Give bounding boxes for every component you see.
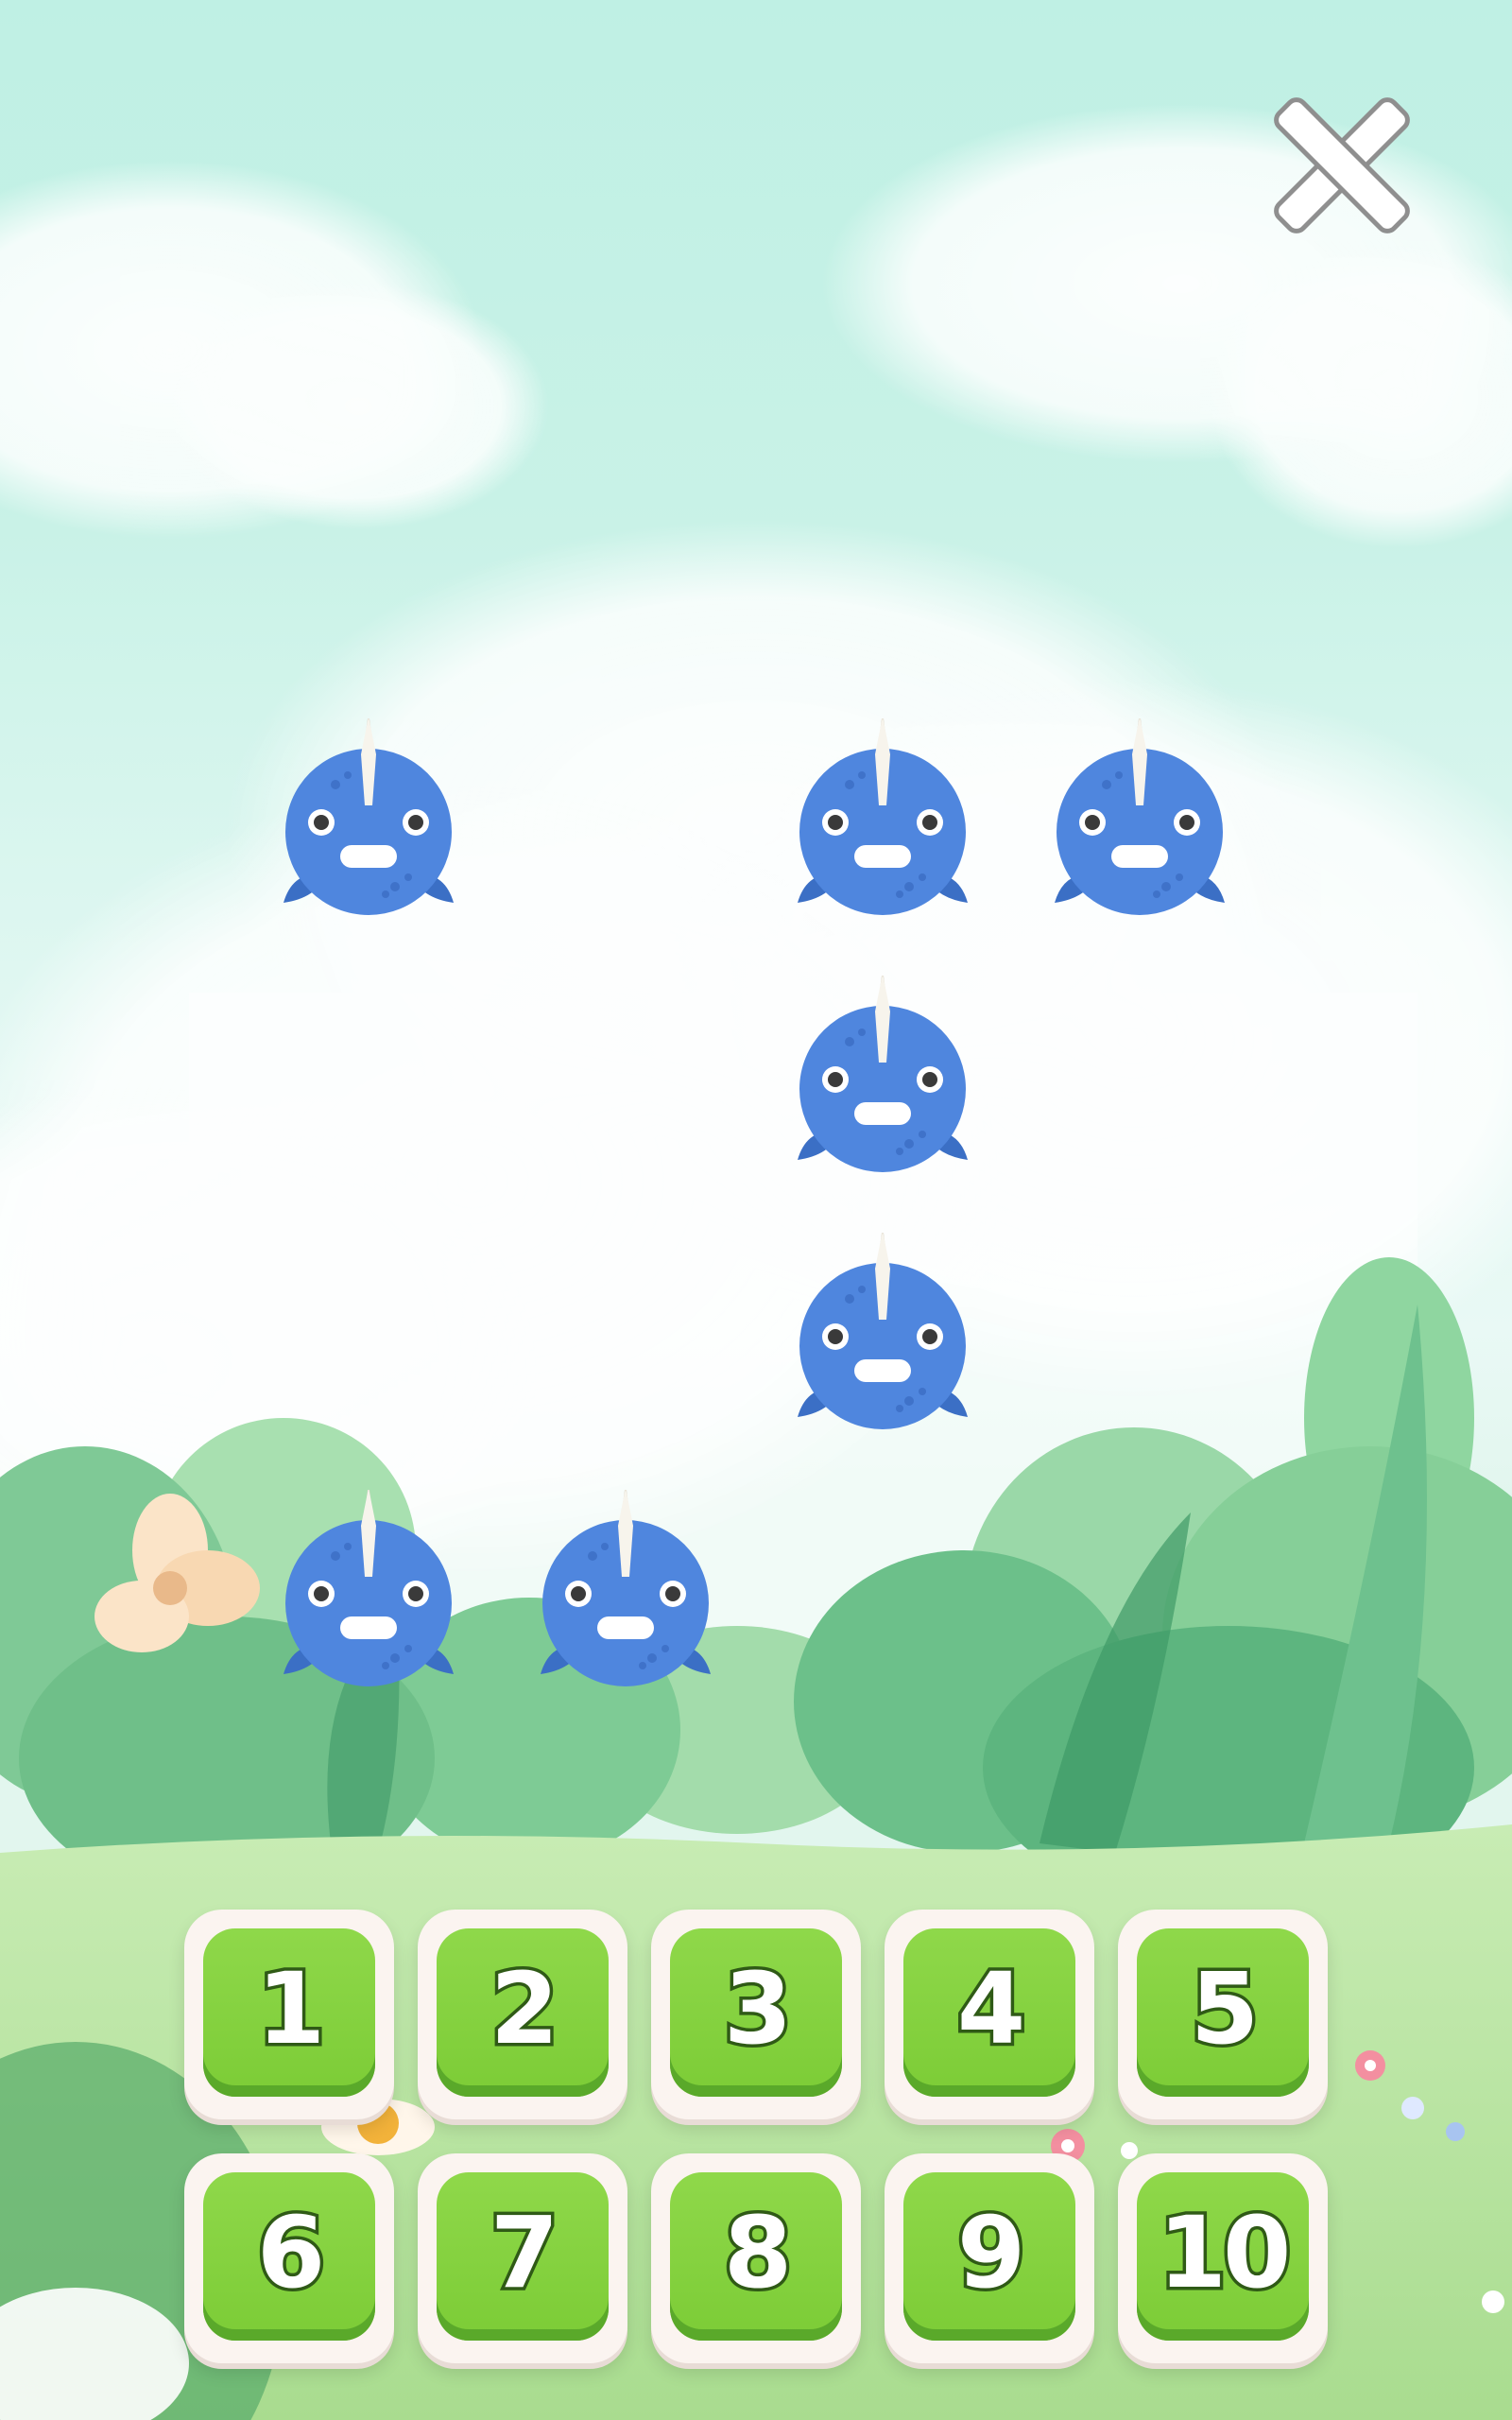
- key-label: 4: [954, 1951, 1028, 2066]
- key-label: 8: [720, 2195, 795, 2310]
- clouds: [0, 104, 1512, 1654]
- close-button[interactable]: [1257, 80, 1427, 251]
- key-label: 5: [1187, 1951, 1262, 2066]
- key-label: 7: [487, 2195, 561, 2310]
- number-key-6[interactable]: 6: [184, 2153, 394, 2363]
- number-key-9[interactable]: 9: [885, 2153, 1094, 2363]
- narwhal-icon: [1045, 717, 1234, 917]
- narwhal-icon: [788, 717, 977, 917]
- narwhal-icon: [274, 1488, 463, 1688]
- key-label: 6: [253, 2195, 328, 2310]
- key-label: 9: [954, 2195, 1028, 2310]
- number-key-3[interactable]: 3: [651, 1910, 861, 2119]
- key-label: 1: [253, 1951, 328, 2066]
- key-label: 3: [720, 1951, 795, 2066]
- number-key-1[interactable]: 1: [184, 1910, 394, 2119]
- number-key-4[interactable]: 4: [885, 1910, 1094, 2119]
- number-key-2[interactable]: 2: [418, 1910, 627, 2119]
- number-key-10[interactable]: 10: [1118, 2153, 1328, 2363]
- number-key-7[interactable]: 7: [418, 2153, 627, 2363]
- narwhal-icon: [531, 1488, 720, 1688]
- number-key-5[interactable]: 5: [1118, 1910, 1328, 2119]
- narwhal-icon: [788, 1231, 977, 1431]
- close-icon: [1274, 97, 1410, 233]
- narwhal-icon: [788, 974, 977, 1174]
- key-label: 2: [487, 1951, 561, 2066]
- number-key-8[interactable]: 8: [651, 2153, 861, 2363]
- narwhal-icon: [274, 717, 463, 917]
- key-label: 10: [1155, 2195, 1295, 2310]
